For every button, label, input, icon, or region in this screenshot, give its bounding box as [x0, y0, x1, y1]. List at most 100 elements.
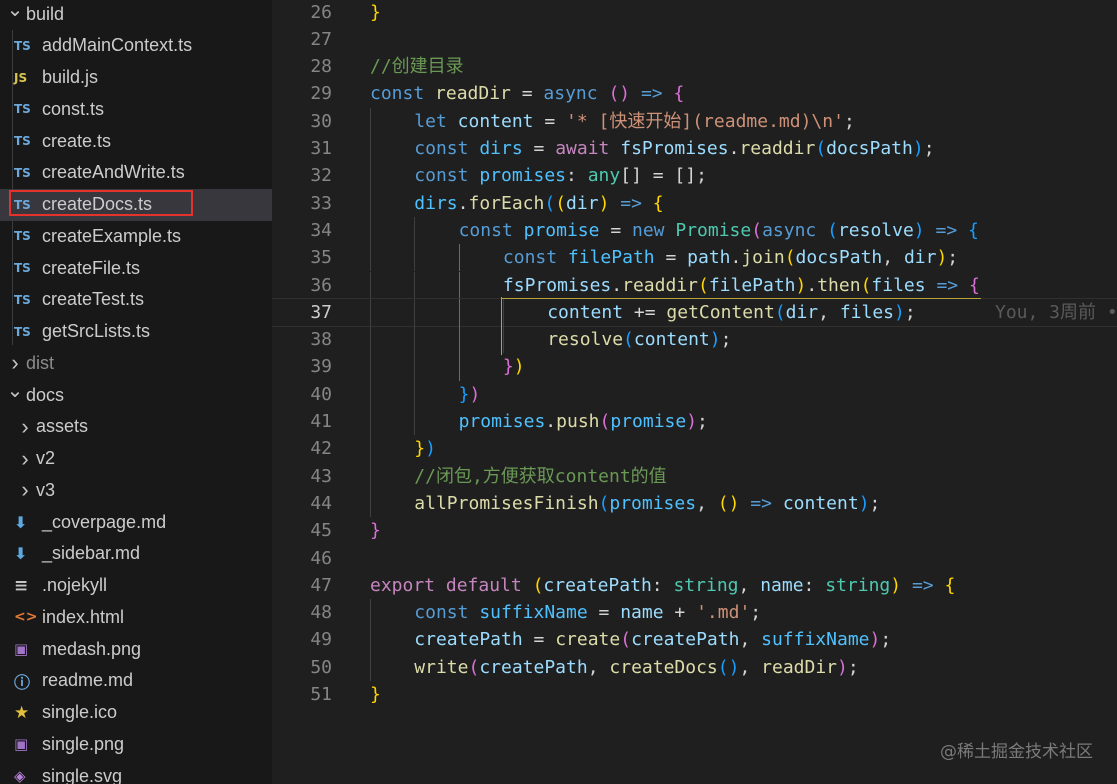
code-token: :	[651, 574, 674, 596]
code-token: {	[944, 574, 956, 596]
code-line[interactable]: 33 dirs.forEach((dir) => {	[272, 189, 1117, 217]
file-build-js[interactable]: JS build.js	[0, 62, 272, 94]
code-editor[interactable]: 26} 27 28//创建目录 29 const readDir = async () …	[272, 0, 1117, 784]
markdown-file-icon: ⬇	[14, 544, 28, 564]
file-createexample-ts[interactable]: TS createExample.ts	[0, 220, 272, 252]
image-file-icon: ▣	[14, 640, 29, 658]
code-token: ;	[843, 110, 855, 132]
code-token: ()	[717, 656, 740, 678]
code-line[interactable]: 50 write(createPath, createDocs(), readDi…	[272, 653, 1117, 681]
file-createandwrite-ts[interactable]: TS createAndWrite.ts	[0, 157, 272, 189]
folder-v2[interactable]: › v2	[0, 443, 272, 475]
chevron-right-icon: ›	[21, 413, 29, 439]
file-coverpage-md[interactable]: ⬇ _coverpage.md	[0, 506, 272, 538]
file-sidebar-md[interactable]: ⬇ _sidebar.md	[0, 538, 272, 570]
code-token: then	[817, 274, 861, 296]
file-medash-png[interactable]: ▣ medash.png	[0, 633, 272, 665]
code-token: name	[620, 602, 664, 624]
line-number: 46	[310, 547, 332, 569]
code-token: =>	[640, 83, 663, 105]
file-readme-md[interactable]: ⓘ readme.md	[0, 665, 272, 697]
folder-v3[interactable]: › v3	[0, 474, 272, 506]
code-line[interactable]: 43 //闭包,方便获取content的值	[272, 462, 1117, 490]
code-token: content	[547, 301, 624, 323]
code-token: ,	[739, 656, 762, 678]
code-token: join	[741, 247, 785, 269]
file-createfile-ts[interactable]: TS createFile.ts	[0, 252, 272, 284]
code-token: const	[414, 138, 480, 159]
tree-item-label: build	[26, 3, 65, 24]
code-token: '* [快速开始](readme.md)\n'	[566, 110, 844, 132]
code-text: }	[370, 517, 381, 544]
file-nojekyll[interactable]: ≡ .nojekyll	[0, 570, 272, 602]
indent-guide	[370, 489, 371, 518]
line-number: 47	[310, 574, 332, 596]
folder-build[interactable]: ⌄ build	[0, 0, 272, 30]
code-line[interactable]: 46	[272, 545, 1117, 572]
indent-guide	[370, 435, 371, 463]
code-line[interactable]: 51}	[272, 681, 1117, 708]
code-line[interactable]: 48 const suffixName = name + '.md';	[272, 599, 1117, 627]
code-token: }	[502, 356, 514, 378]
code-text: }	[370, 0, 381, 26]
code-line[interactable]: 27	[272, 26, 1117, 53]
code-line[interactable]: 39})	[272, 353, 1117, 381]
code-line[interactable]: 31 const dirs = await fsPromises.readdir(…	[272, 135, 1117, 163]
file-single-png[interactable]: ▣ single.png	[0, 728, 272, 760]
file-single-ico[interactable]: ★ single.ico	[0, 697, 272, 729]
code-token: =	[587, 602, 621, 624]
text-file-icon: ≡	[14, 575, 29, 596]
code-token: ,	[696, 492, 718, 514]
code-line[interactable]: 37 content += getContent(dir, files); You,…	[272, 297, 1117, 328]
tree-item-label: readme.md	[42, 670, 134, 691]
folder-dist[interactable]: › dist	[0, 347, 272, 379]
file-const-ts[interactable]: TS const.ts	[0, 93, 272, 125]
indent-guide	[370, 135, 371, 163]
code-line[interactable]: 34 const promise = new Promise(async (res…	[272, 216, 1117, 245]
code-token: (	[620, 629, 632, 651]
tree-item-label: single.ico	[42, 702, 118, 722]
code-text: }	[370, 681, 381, 708]
code-line[interactable]: 38 resolve(content);	[272, 326, 1117, 354]
file-addmaincontext-ts[interactable]: TS addMainContext.ts	[0, 30, 272, 62]
folder-docs[interactable]: ⌄ docs	[0, 379, 272, 411]
code-token: const	[458, 219, 524, 241]
code-line[interactable]: 49 createPath = create(createPath, suffix…	[272, 626, 1117, 654]
file-single-svg[interactable]: ◈ single.svg	[0, 760, 272, 784]
code-line[interactable]: 35 const filePath = path.join(docsPath, d…	[272, 244, 1117, 272]
code-line[interactable]: 29 const readDir = async () => {	[272, 80, 1117, 107]
code-line[interactable]: 40})	[272, 380, 1117, 408]
code-line[interactable]: 41 promises.push(promise);	[272, 408, 1117, 436]
code-line[interactable]: 42})	[272, 435, 1117, 463]
code-line[interactable]: 36 fsPromises.readdir(filePath).then(file…	[272, 271, 1117, 299]
code-token: (	[544, 192, 556, 214]
indent-guide	[458, 353, 460, 381]
file-createdocs-ts[interactable]: TS createDocs.ts	[0, 188, 272, 221]
file-index-html[interactable]: <> index.html	[0, 601, 272, 633]
code-line[interactable]: 26}	[272, 0, 1117, 26]
code-line[interactable]: 44 allPromisesFinish(promises, () => cont…	[272, 489, 1117, 518]
file-getsrclists-ts[interactable]: TS getSrcLists.ts	[0, 316, 272, 348]
code-token: )	[858, 492, 870, 514]
code-token: content	[782, 492, 859, 514]
indent-guide	[458, 298, 460, 327]
code-token: =>	[936, 274, 959, 296]
code-token: =	[522, 138, 556, 159]
code-token: name	[760, 574, 804, 596]
folder-assets[interactable]: › assets	[0, 411, 272, 443]
code-token: any	[587, 165, 621, 187]
code-line[interactable]: 47 export default (createPath: string, na…	[272, 572, 1117, 599]
code-line[interactable]: 32 const promises: any[] = [];	[272, 162, 1117, 190]
line-number: 51	[310, 684, 332, 705]
code-token: default	[445, 574, 533, 596]
indent-guide	[370, 189, 371, 217]
file-createtest-ts[interactable]: TS createTest.ts	[0, 284, 272, 316]
code-token: ()	[717, 492, 740, 514]
file-create-ts[interactable]: TS create.ts	[0, 125, 272, 157]
code-line[interactable]: 28 //创建目录	[272, 53, 1117, 80]
code-token: ()	[608, 83, 631, 105]
favicon-file-icon: ★	[14, 702, 30, 723]
code-line[interactable]: 45}	[272, 517, 1117, 544]
code-line[interactable]: 30 let content = '* [快速开始](readme.md)\n';	[272, 107, 1117, 135]
code-token: allPromisesFinish	[414, 492, 599, 514]
